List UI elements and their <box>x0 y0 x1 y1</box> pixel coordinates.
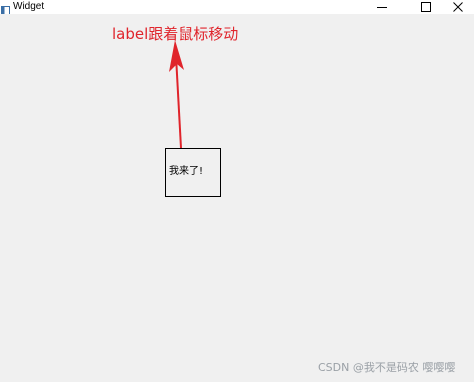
window-title: Widget <box>13 1 45 12</box>
close-button[interactable] <box>436 0 474 14</box>
close-icon <box>453 2 463 12</box>
annotation-arrow <box>169 40 184 148</box>
mouse-follow-label-text: 我来了! <box>169 166 204 177</box>
minimize-button[interactable] <box>360 0 404 14</box>
app-icon <box>1 1 10 16</box>
maximize-icon <box>421 2 431 12</box>
widget-client-area[interactable] <box>0 14 474 382</box>
app-window: Widget label跟着鼠标移动 我来了! CSDN @我不是码农 嘤嘤嘤 <box>0 0 474 382</box>
title-bar[interactable]: Widget <box>0 0 474 16</box>
watermark: CSDN @我不是码农 嘤嘤嘤 <box>318 361 456 374</box>
minimize-icon <box>377 7 387 8</box>
mouse-follow-label: 我来了! <box>165 148 221 197</box>
